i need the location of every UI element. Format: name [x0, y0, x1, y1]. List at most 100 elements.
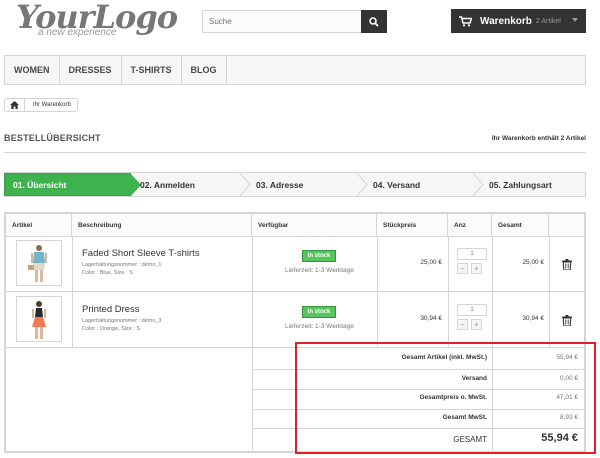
column-header-total: Gesamt — [492, 214, 549, 236]
step-label: 02. Anmelden — [140, 179, 195, 190]
column-header-unit-price: Stückpreis — [377, 214, 448, 236]
step-payment[interactable]: 05. Zahlungsart — [489, 173, 585, 196]
divider — [4, 152, 586, 153]
product-sku: Lagerhaltungsnummer : demo_3 — [82, 318, 162, 324]
totals-divider — [252, 428, 584, 429]
quantity-decrease-button[interactable]: − — [457, 263, 468, 274]
product-name-link[interactable]: Faded Short Sleeve T-shirts — [82, 248, 200, 259]
step-separator — [472, 172, 484, 197]
breadcrumb-home[interactable] — [5, 99, 25, 111]
totals-label: Versand — [461, 375, 487, 382]
search-input[interactable] — [203, 11, 363, 32]
page-title: BESTELLÜBERSICHT — [4, 133, 101, 143]
product-attributes: Color : Orange, Size : S — [82, 326, 141, 332]
product-attributes: Color : Blue, Size : S — [82, 270, 133, 276]
step-label: 03. Adresse — [256, 179, 304, 190]
column-divider — [377, 236, 378, 347]
stock-badge: In stock — [302, 250, 336, 262]
step-label: 05. Zahlungsart — [489, 179, 552, 190]
cart-item-count-note: Ihr Warenkorb enthält 2 Artikel — [491, 135, 586, 142]
totals-divider — [252, 409, 584, 410]
chevron-down-icon — [572, 18, 578, 22]
minus-icon: − — [460, 263, 465, 273]
step-label: 01. Übersicht — [13, 179, 67, 190]
step-separator — [239, 172, 251, 197]
column-divider — [549, 236, 550, 347]
step-address[interactable]: 03. Adresse — [256, 173, 366, 196]
totals-divider — [252, 389, 584, 390]
search-bar — [202, 10, 387, 33]
tshirt-product-image — [28, 245, 47, 282]
step-login[interactable]: 02. Anmelden — [140, 173, 250, 196]
row-total: 25,00 € — [522, 259, 544, 266]
column-header-article: Artikel — [6, 214, 72, 236]
breadcrumb: Ihr Warenkorb — [4, 98, 78, 112]
step-separator — [356, 172, 368, 197]
quantity-decrease-button[interactable]: − — [457, 319, 468, 330]
totals-label: Gesamt Artikel (inkl. MwSt.) — [401, 354, 487, 361]
delete-item-button[interactable] — [562, 313, 572, 331]
nav-item-blog[interactable]: BLOG — [182, 56, 227, 84]
totals-value: 47,01 € — [556, 394, 578, 401]
product-thumbnail[interactable] — [16, 296, 62, 342]
step-shipping[interactable]: 04. Versand — [373, 173, 483, 196]
totals-label: Gesamtpreis o. MwSt. — [419, 394, 487, 401]
stock-badge: In stock — [302, 306, 336, 318]
dress-product-image — [32, 301, 46, 339]
quantity-increase-button[interactable]: + — [471, 319, 482, 330]
delivery-time: Lieferzeit: 1-3 Werktage — [285, 267, 354, 274]
delivery-time: Lieferzeit: 1-3 Werktage — [285, 323, 354, 330]
shop-logo[interactable]: YourLogo a new experience — [16, 0, 178, 38]
unit-price: 25,00 € — [420, 259, 442, 266]
row-total: 30,94 € — [522, 315, 544, 322]
plus-icon: + — [474, 319, 479, 329]
nav-item-tshirts[interactable]: T-SHIRTS — [122, 56, 182, 84]
grand-total-value: 55,94 € — [541, 432, 578, 444]
totals-divider — [252, 369, 584, 370]
shopping-cart-icon — [459, 15, 472, 26]
delete-item-button[interactable] — [562, 257, 572, 275]
product-name-link[interactable]: Printed Dress — [82, 304, 140, 315]
column-header-delete — [549, 214, 584, 236]
totals-value: 0,00 € — [559, 375, 578, 382]
checkout-steps: 01. Übersicht 02. Anmelden 03. Adresse 0… — [4, 172, 586, 197]
column-header-description: Beschreibung — [72, 214, 252, 236]
column-divider — [492, 236, 493, 451]
plus-icon: + — [474, 263, 479, 273]
column-header-qty: Anz — [448, 214, 492, 236]
grand-total-label: GESAMT — [453, 435, 487, 444]
row-divider — [6, 291, 584, 292]
row-divider — [6, 347, 584, 348]
quantity-input[interactable]: 1 — [457, 248, 487, 260]
cart-count: 2 Artikel — [535, 17, 561, 25]
cart-label: Warenkorb — [480, 15, 532, 27]
quantity-increase-button[interactable]: + — [471, 263, 482, 274]
nav-item-women[interactable]: WOMEN — [5, 56, 60, 84]
column-header-availability: Verfügbar — [252, 214, 377, 236]
step-label: 04. Versand — [373, 179, 421, 190]
home-icon — [10, 101, 19, 109]
quantity-input[interactable]: 1 — [457, 304, 487, 316]
totals-label: Gesamt MwSt. — [442, 414, 487, 421]
column-divider — [72, 236, 73, 347]
nav-item-dresses[interactable]: DRESSES — [60, 56, 122, 84]
totals-value: 55,94 € — [556, 354, 578, 361]
minus-icon: − — [460, 319, 465, 329]
logo-tagline: a new experience — [38, 27, 117, 38]
search-icon — [369, 16, 379, 27]
breadcrumb-current: Ihr Warenkorb — [33, 102, 71, 108]
search-button[interactable] — [361, 10, 387, 33]
totals-value: 8,93 € — [559, 414, 578, 421]
column-divider — [252, 236, 253, 451]
product-sku: Lagerhaltungsnummer : demo_1 — [82, 262, 162, 268]
product-thumbnail[interactable] — [16, 240, 62, 286]
cart-summary-table: Artikel Beschreibung Verfügbar Stückprei… — [4, 212, 586, 453]
unit-price: 30,94 € — [420, 315, 442, 322]
trash-icon — [562, 315, 572, 327]
step-overview[interactable]: 01. Übersicht — [4, 173, 141, 197]
trash-icon — [562, 259, 572, 271]
cart-button[interactable]: Warenkorb 2 Artikel — [451, 9, 586, 33]
main-menu: WOMEN DRESSES T-SHIRTS BLOG — [4, 55, 586, 85]
column-divider — [448, 236, 449, 347]
row-divider — [6, 236, 584, 237]
